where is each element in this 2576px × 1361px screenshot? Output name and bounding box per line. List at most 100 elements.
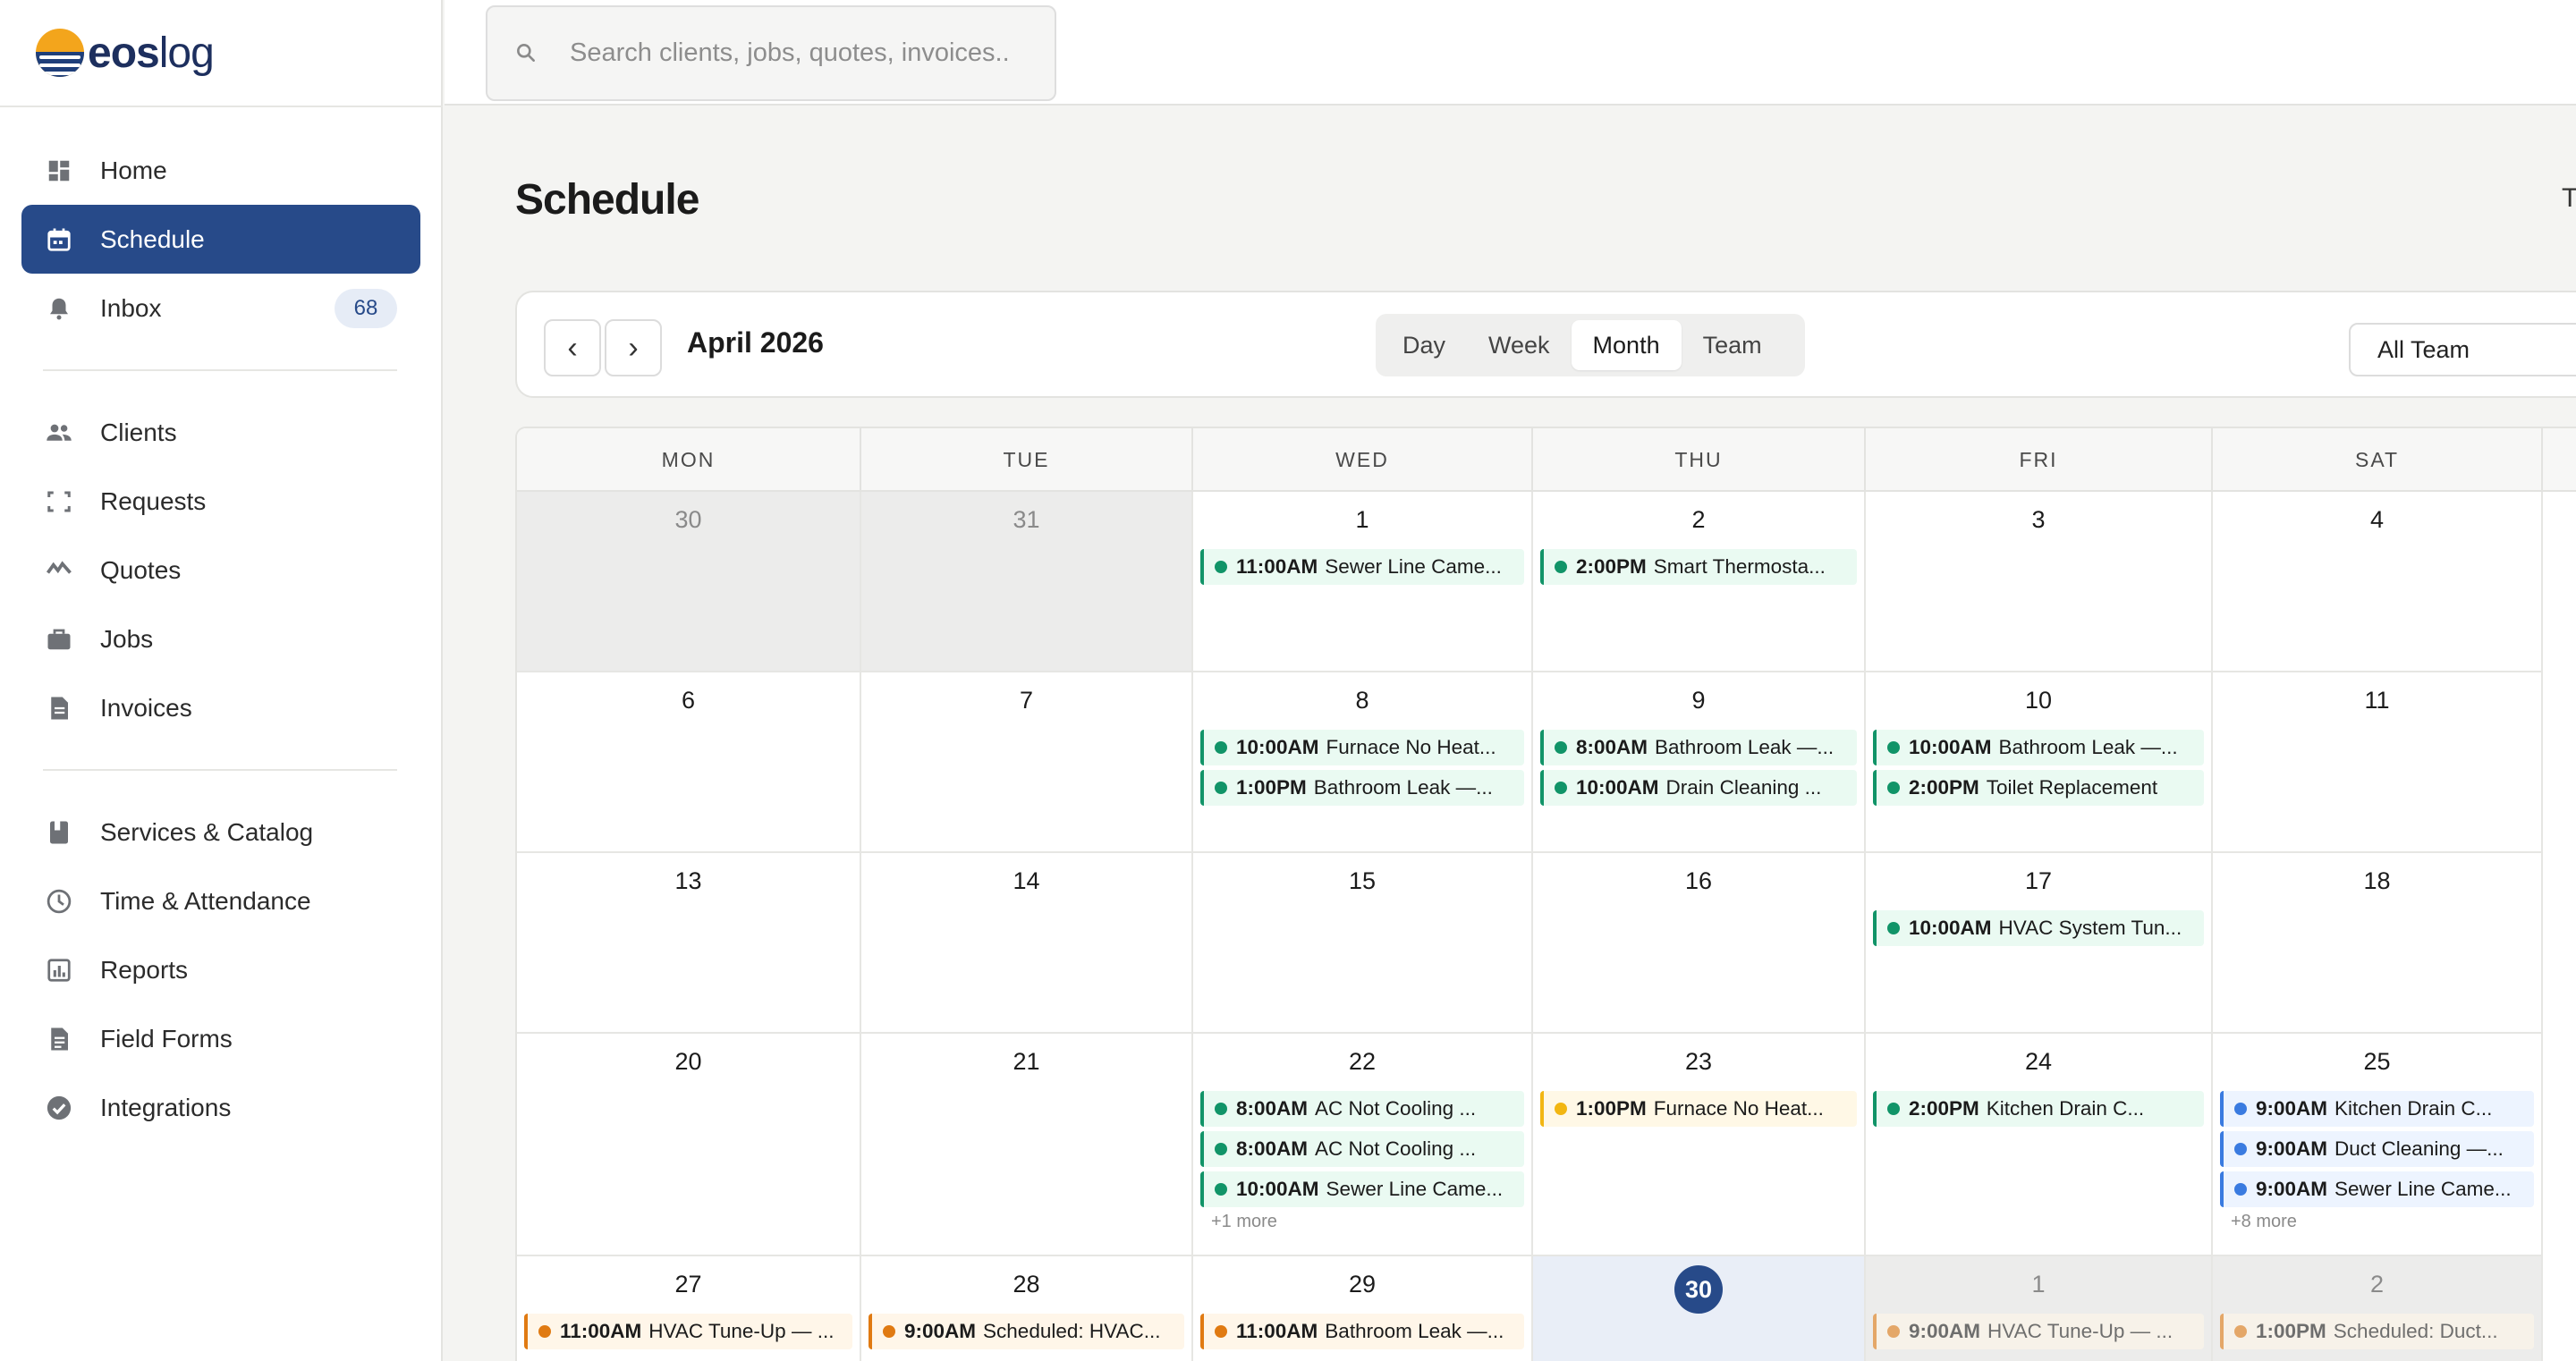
sidebar-item-invoices[interactable]: Invoices xyxy=(21,673,420,742)
event-title: Kitchen Drain C... xyxy=(2334,1097,2493,1120)
calendar-day-cell[interactable]: 22 8:00AM AC Not Cooling ... 8:00AM AC Not C… xyxy=(1193,1034,1533,1256)
calendar-event[interactable]: 8:00AM AC Not Cooling ... xyxy=(1200,1131,1524,1167)
sidebar-item-services-catalog[interactable]: Services & Catalog xyxy=(21,798,420,866)
next-month-button[interactable]: › xyxy=(605,319,662,376)
sidebar-item-clients[interactable]: Clients xyxy=(21,398,420,467)
sidebar-item-field-forms[interactable]: Field Forms xyxy=(21,1004,420,1073)
sidebar-item-reports[interactable]: Reports xyxy=(21,935,420,1004)
calendar-day-cell[interactable]: 2 1:00PM Scheduled: Duct... xyxy=(2213,1256,2543,1361)
day-events: 10:00AM Furnace No Heat... 1:00PM Bathroom … xyxy=(1200,730,1524,810)
view-option-team[interactable]: Team xyxy=(1682,320,1784,370)
calendar-event[interactable]: 2:00PM Smart Thermosta... xyxy=(1540,549,1857,585)
calendar-day-cell[interactable]: 28 9:00AM Scheduled: HVAC... xyxy=(861,1256,1193,1361)
calendar-day-cell[interactable]: 4 xyxy=(2213,492,2543,672)
calendar-day-cell[interactable]: 20 xyxy=(517,1034,861,1256)
calendar-day-cell[interactable]: 11 xyxy=(2213,672,2543,853)
calendar-day-cell[interactable]: 21 xyxy=(861,1034,1193,1256)
event-title: Smart Thermosta... xyxy=(1653,555,1826,578)
calendar-event[interactable]: 9:00AM Sewer Line Came... xyxy=(2220,1171,2534,1207)
header-action-truncated[interactable]: T xyxy=(2562,183,2576,214)
calendar-event[interactable]: 1:00PM Scheduled: Duct... xyxy=(2220,1314,2534,1349)
event-title: Scheduled: HVAC... xyxy=(983,1320,1161,1342)
search-input[interactable]: Search clients, jobs, quotes, invoices.. xyxy=(486,5,1056,101)
sidebar-item-jobs[interactable]: Jobs xyxy=(21,604,420,673)
calendar-event[interactable]: 8:00AM Bathroom Leak —... xyxy=(1540,730,1857,765)
calendar-day-cell[interactable]: 17 10:00AM HVAC System Tun... xyxy=(1866,853,2213,1034)
weekday-header: MON TUE WED THU FRI SAT xyxy=(517,428,2576,492)
calendar-event[interactable]: 10:00AM Drain Cleaning ... xyxy=(1540,770,1857,806)
view-option-month[interactable]: Month xyxy=(1571,320,1682,370)
calendar-day-cell[interactable]: 23 1:00PM Furnace No Heat... xyxy=(1533,1034,1866,1256)
event-time: 9:00AM xyxy=(2256,1178,2328,1200)
calendar-event[interactable]: 8:00AM AC Not Cooling ... xyxy=(1200,1091,1524,1127)
more-events-link[interactable]: +1 more xyxy=(1200,1212,1524,1232)
month-calendar: MON TUE WED THU FRI SAT 30 31 1 11:00AM Sewer Lin… xyxy=(515,427,2576,1361)
view-switcher: Day Week Month Team xyxy=(1376,314,1805,376)
calendar-day-cell[interactable]: 16 xyxy=(1533,853,1866,1034)
calendar-day-cell[interactable]: 30 xyxy=(1533,1256,1866,1361)
calendar-event[interactable]: 9:00AM HVAC Tune-Up — ... xyxy=(1873,1314,2204,1349)
calendar-event[interactable]: 10:00AM HVAC System Tun... xyxy=(1873,910,2204,946)
sidebar-item-schedule[interactable]: Schedule xyxy=(21,205,420,274)
calendar-day-cell[interactable]: 1 11:00AM Sewer Line Came... xyxy=(1193,492,1533,672)
event-time: 9:00AM xyxy=(1909,1320,1981,1342)
sidebar-item-integrations[interactable]: Integrations xyxy=(21,1073,420,1142)
view-option-day[interactable]: Day xyxy=(1381,320,1467,370)
calendar-event[interactable]: 9:00AM Scheduled: HVAC... xyxy=(869,1314,1184,1349)
sidebar-item-inbox[interactable]: Inbox 68 xyxy=(21,274,420,342)
calendar-day-cell[interactable]: 7 xyxy=(861,672,1193,853)
event-time: 8:00AM xyxy=(1236,1137,1309,1160)
calendar-day-cell[interactable]: 6 xyxy=(517,672,861,853)
calendar-day-cell[interactable]: 29 11:00AM Bathroom Leak —... xyxy=(1193,1256,1533,1361)
event-time: 2:00PM xyxy=(1909,1097,1979,1120)
calendar-day-cell[interactable]: 30 xyxy=(517,492,861,672)
current-month-label: April 2026 xyxy=(687,326,824,359)
day-number: 1 xyxy=(1355,506,1369,533)
day-number: 16 xyxy=(1684,867,1713,894)
quotes-icon xyxy=(45,556,73,585)
calendar-event[interactable]: 2:00PM Toilet Replacement xyxy=(1873,770,2204,806)
day-number: 15 xyxy=(1348,867,1377,894)
briefcase-icon xyxy=(45,625,73,654)
calendar-day-cell[interactable]: 1 9:00AM HVAC Tune-Up — ... xyxy=(1866,1256,2213,1361)
view-option-week[interactable]: Week xyxy=(1467,320,1572,370)
more-events-link[interactable]: +8 more xyxy=(2220,1212,2534,1232)
calendar-event[interactable]: 10:00AM Furnace No Heat... xyxy=(1200,730,1524,765)
prev-month-button[interactable]: ‹ xyxy=(544,319,601,376)
calendar-day-cell[interactable]: 25 9:00AM Kitchen Drain C... 9:00AM Duct Cle… xyxy=(2213,1034,2543,1256)
sidebar-item-home[interactable]: Home xyxy=(21,136,420,205)
calendar-day-cell[interactable]: 31 xyxy=(861,492,1193,672)
calendar-event[interactable]: 1:00PM Bathroom Leak —... xyxy=(1200,770,1524,806)
sidebar-item-label: Integrations xyxy=(100,1093,232,1121)
topbar: Search clients, jobs, quotes, invoices.. xyxy=(445,0,2576,106)
calendar-event[interactable]: 10:00AM Bathroom Leak —... xyxy=(1873,730,2204,765)
calendar-day-cell[interactable]: 24 2:00PM Kitchen Drain C... xyxy=(1866,1034,2213,1256)
calendar-event[interactable]: 2:00PM Kitchen Drain C... xyxy=(1873,1091,2204,1127)
calendar-day-cell[interactable]: 3 xyxy=(1866,492,2213,672)
calendar-event[interactable]: 11:00AM Bathroom Leak —... xyxy=(1200,1314,1524,1349)
event-status-dot-icon xyxy=(1887,922,1900,934)
weekday-thu: THU xyxy=(1533,428,1866,492)
event-time: 10:00AM xyxy=(1236,736,1319,758)
sidebar-item-requests[interactable]: Requests xyxy=(21,467,420,536)
calendar-event[interactable]: 1:00PM Furnace No Heat... xyxy=(1540,1091,1857,1127)
calendar-event[interactable]: 11:00AM HVAC Tune-Up — ... xyxy=(524,1314,852,1349)
calendar-day-cell[interactable]: 14 xyxy=(861,853,1193,1034)
calendar-day-cell[interactable]: 18 xyxy=(2213,853,2543,1034)
calendar-event[interactable]: 9:00AM Kitchen Drain C... xyxy=(2220,1091,2534,1127)
team-filter-select[interactable]: All Team xyxy=(2349,323,2576,376)
calendar-day-cell[interactable]: 27 11:00AM HVAC Tune-Up — ... xyxy=(517,1256,861,1361)
calendar-event[interactable]: 11:00AM Sewer Line Came... xyxy=(1200,549,1524,585)
calendar-event[interactable]: 10:00AM Sewer Line Came... xyxy=(1200,1171,1524,1207)
calendar-event[interactable]: 9:00AM Duct Cleaning —... xyxy=(2220,1131,2534,1167)
calendar-day-cell[interactable]: 2 2:00PM Smart Thermosta... xyxy=(1533,492,1866,672)
calendar-day-cell[interactable]: 9 8:00AM Bathroom Leak —... 10:00AM Drain Cl… xyxy=(1533,672,1866,853)
sidebar-item-time-attendance[interactable]: Time & Attendance xyxy=(21,866,420,935)
app-logo[interactable]: eoslog xyxy=(36,27,215,79)
sidebar-item-quotes[interactable]: Quotes xyxy=(21,536,420,604)
calendar-day-cell[interactable]: 10 10:00AM Bathroom Leak —... 2:00PM Toilet … xyxy=(1866,672,2213,853)
day-number: 4 xyxy=(2369,506,2385,533)
calendar-day-cell[interactable]: 8 10:00AM Furnace No Heat... 1:00PM Bathroom… xyxy=(1193,672,1533,853)
calendar-day-cell[interactable]: 15 xyxy=(1193,853,1533,1034)
calendar-day-cell[interactable]: 13 xyxy=(517,853,861,1034)
